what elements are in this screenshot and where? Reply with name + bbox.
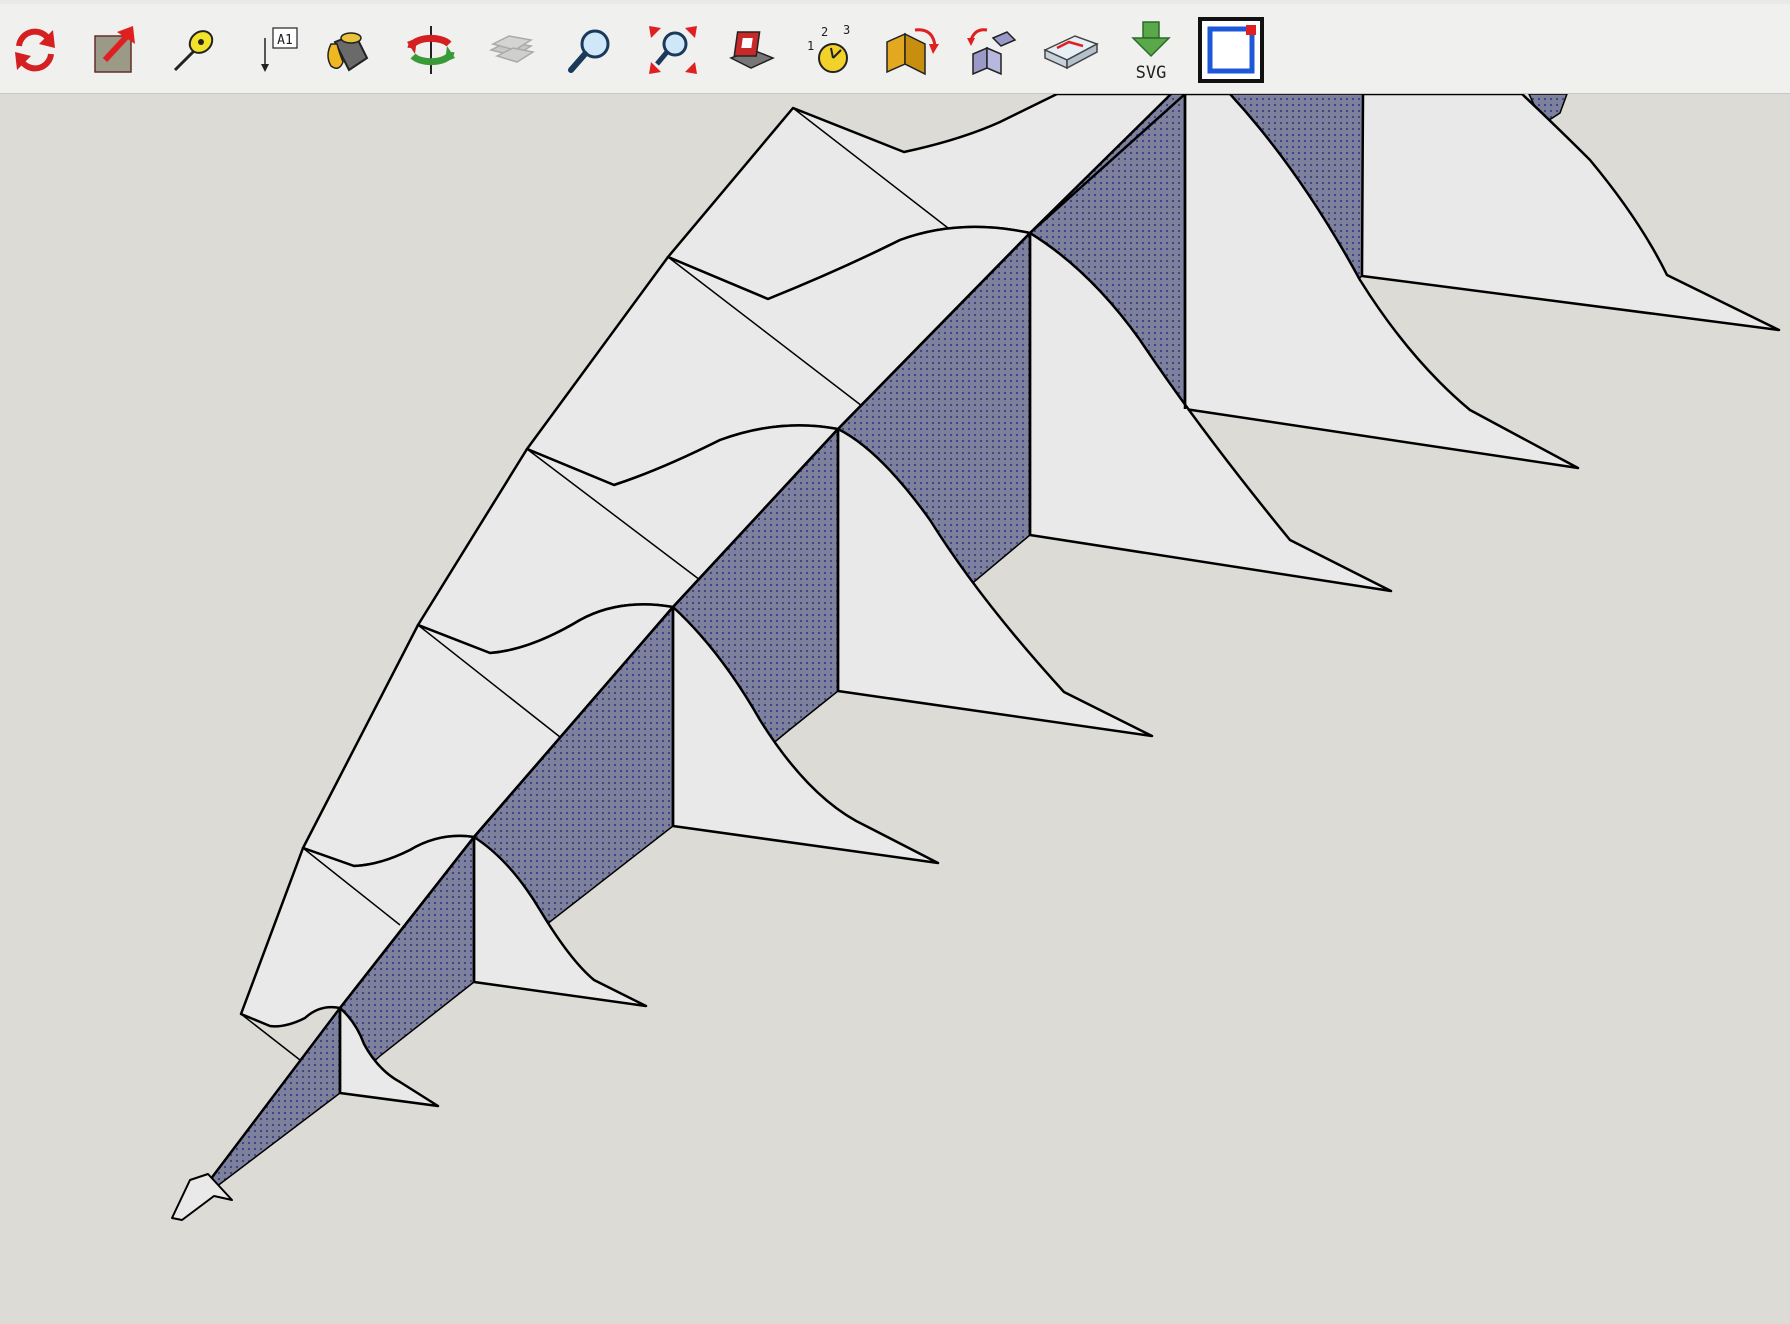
sketchup-window: A1 1 2 3 SVG — [0, 0, 1790, 1324]
components-tool[interactable] — [956, 12, 1026, 88]
text-label-icon: A1 — [245, 22, 301, 78]
push-pull-export-tool[interactable] — [78, 12, 148, 88]
export-arrow-icon — [85, 22, 141, 78]
refresh-icon — [9, 24, 61, 76]
svg-text:3: 3 — [843, 23, 850, 37]
paint-bucket-icon — [321, 22, 377, 78]
tape-measure-icon — [167, 24, 219, 76]
zoom-tool[interactable] — [556, 12, 626, 88]
titlebar-strip — [0, 0, 1790, 4]
section-plane-tool[interactable] — [1036, 12, 1106, 88]
refresh-tool[interactable] — [0, 12, 70, 88]
svg-text:2: 2 — [821, 25, 828, 39]
page-view-tool[interactable] — [1196, 12, 1266, 88]
svg-export-label: SVG — [1136, 63, 1167, 82]
toolbar: A1 1 2 3 SVG — [0, 0, 1790, 94]
numbered-counter-icon: 1 2 3 — [801, 22, 861, 78]
layers-icon — [483, 22, 539, 78]
layers-tool[interactable] — [476, 12, 546, 88]
section-plane-icon — [1039, 22, 1103, 78]
text-tool-label: A1 — [277, 33, 293, 48]
components-icon — [963, 22, 1019, 78]
fin-panel — [1360, 94, 1781, 332]
svg-text:1: 1 — [807, 39, 814, 53]
text-tool[interactable]: A1 — [238, 12, 308, 88]
paint-bucket-tool[interactable] — [314, 12, 384, 88]
numbered-tool[interactable]: 1 2 3 — [796, 12, 866, 88]
page-frame-icon — [1198, 17, 1264, 83]
tape-measure-tool[interactable] — [158, 12, 228, 88]
model-viewport[interactable] — [0, 94, 1790, 1324]
shadow-tool[interactable] — [716, 12, 786, 88]
magnifier-icon — [565, 24, 617, 76]
shadow-icon — [723, 22, 779, 78]
orbit-icon — [403, 22, 459, 78]
svg-download-icon: SVG — [1123, 18, 1179, 82]
model-canvas — [171, 94, 1781, 1221]
flip-component-icon — [881, 22, 941, 78]
zoom-extents-tool[interactable] — [638, 12, 708, 88]
zoom-extents-icon — [645, 22, 701, 78]
svg-export-tool[interactable]: SVG — [1116, 12, 1186, 88]
sandbox-flip-tool[interactable] — [876, 12, 946, 88]
orbit-tool[interactable] — [396, 12, 466, 88]
